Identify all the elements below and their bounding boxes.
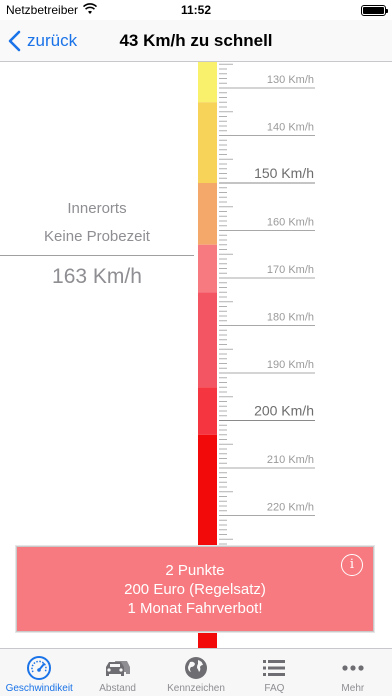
battery-icon xyxy=(361,5,388,16)
tab-more[interactable]: Mehr xyxy=(314,649,392,696)
scale-label: 190 Km/h xyxy=(267,359,314,371)
more-dots-icon xyxy=(342,665,364,671)
scale-label: 150 Km/h xyxy=(254,165,314,181)
probation-label: Keine Probezeit xyxy=(44,228,150,245)
fine-label: 200 Euro (Regelsatz) xyxy=(124,581,266,598)
info-icon[interactable]: i xyxy=(341,554,363,576)
scale-label: 220 Km/h xyxy=(267,502,314,514)
divider xyxy=(0,255,194,256)
scale-label: 180 Km/h xyxy=(267,312,314,324)
scale-segment xyxy=(198,183,217,245)
measured-speed: 163 Km/h xyxy=(52,265,142,288)
scale-label: 200 Km/h xyxy=(254,403,314,419)
tab-label: Abstand xyxy=(99,683,136,694)
speedometer-icon xyxy=(27,656,52,680)
tab-label: Geschwindikeit xyxy=(5,683,73,694)
violation-info: Innerorts Keine Probezeit 163 Km/h xyxy=(0,195,194,292)
location-label: Innerorts xyxy=(67,200,127,217)
clock: 11:52 xyxy=(180,3,212,17)
status-bar: Netzbetreiber 11:52 xyxy=(0,0,392,20)
scale-label: 130 Km/h xyxy=(267,74,314,86)
page-title: 43 Km/h zu schnell xyxy=(119,31,273,50)
cars-icon xyxy=(105,661,130,676)
tab-label: Mehr xyxy=(341,683,365,694)
navigation-bar: zurück 43 Km/h zu schnell xyxy=(0,20,392,62)
scale-segment xyxy=(198,244,217,293)
tab-speed[interactable]: Geschwindikeit xyxy=(0,649,78,696)
tab-faq[interactable]: FAQ xyxy=(235,649,313,696)
scale-segment xyxy=(198,292,217,388)
tab-license-plate[interactable]: Kennzeichen xyxy=(157,649,235,696)
ban-label: 1 Monat Fahrverbot! xyxy=(127,600,263,617)
tab-distance[interactable]: Abstand xyxy=(78,649,156,696)
list-icon xyxy=(263,660,286,676)
tab-label: Kennzeichen xyxy=(167,683,225,694)
scale-segment xyxy=(198,387,217,435)
scale-segment xyxy=(198,62,217,103)
scale-label: 210 Km/h xyxy=(267,454,314,466)
scale-label: 160 Km/h xyxy=(267,217,314,229)
scale-label: 170 Km/h xyxy=(267,264,314,276)
globe-icon xyxy=(185,657,208,679)
points-label: 2 Punkte xyxy=(165,562,225,579)
scale-segment xyxy=(198,102,217,183)
penalty-result: i 2 Punkte 200 Euro (Regelsatz) 1 Monat … xyxy=(16,546,374,632)
tab-label: FAQ xyxy=(264,683,285,694)
scale-label: 140 Km/h xyxy=(267,122,314,134)
tab-bar: Geschwindikeit Abstand Kennzeichen FAQ M… xyxy=(0,648,392,696)
